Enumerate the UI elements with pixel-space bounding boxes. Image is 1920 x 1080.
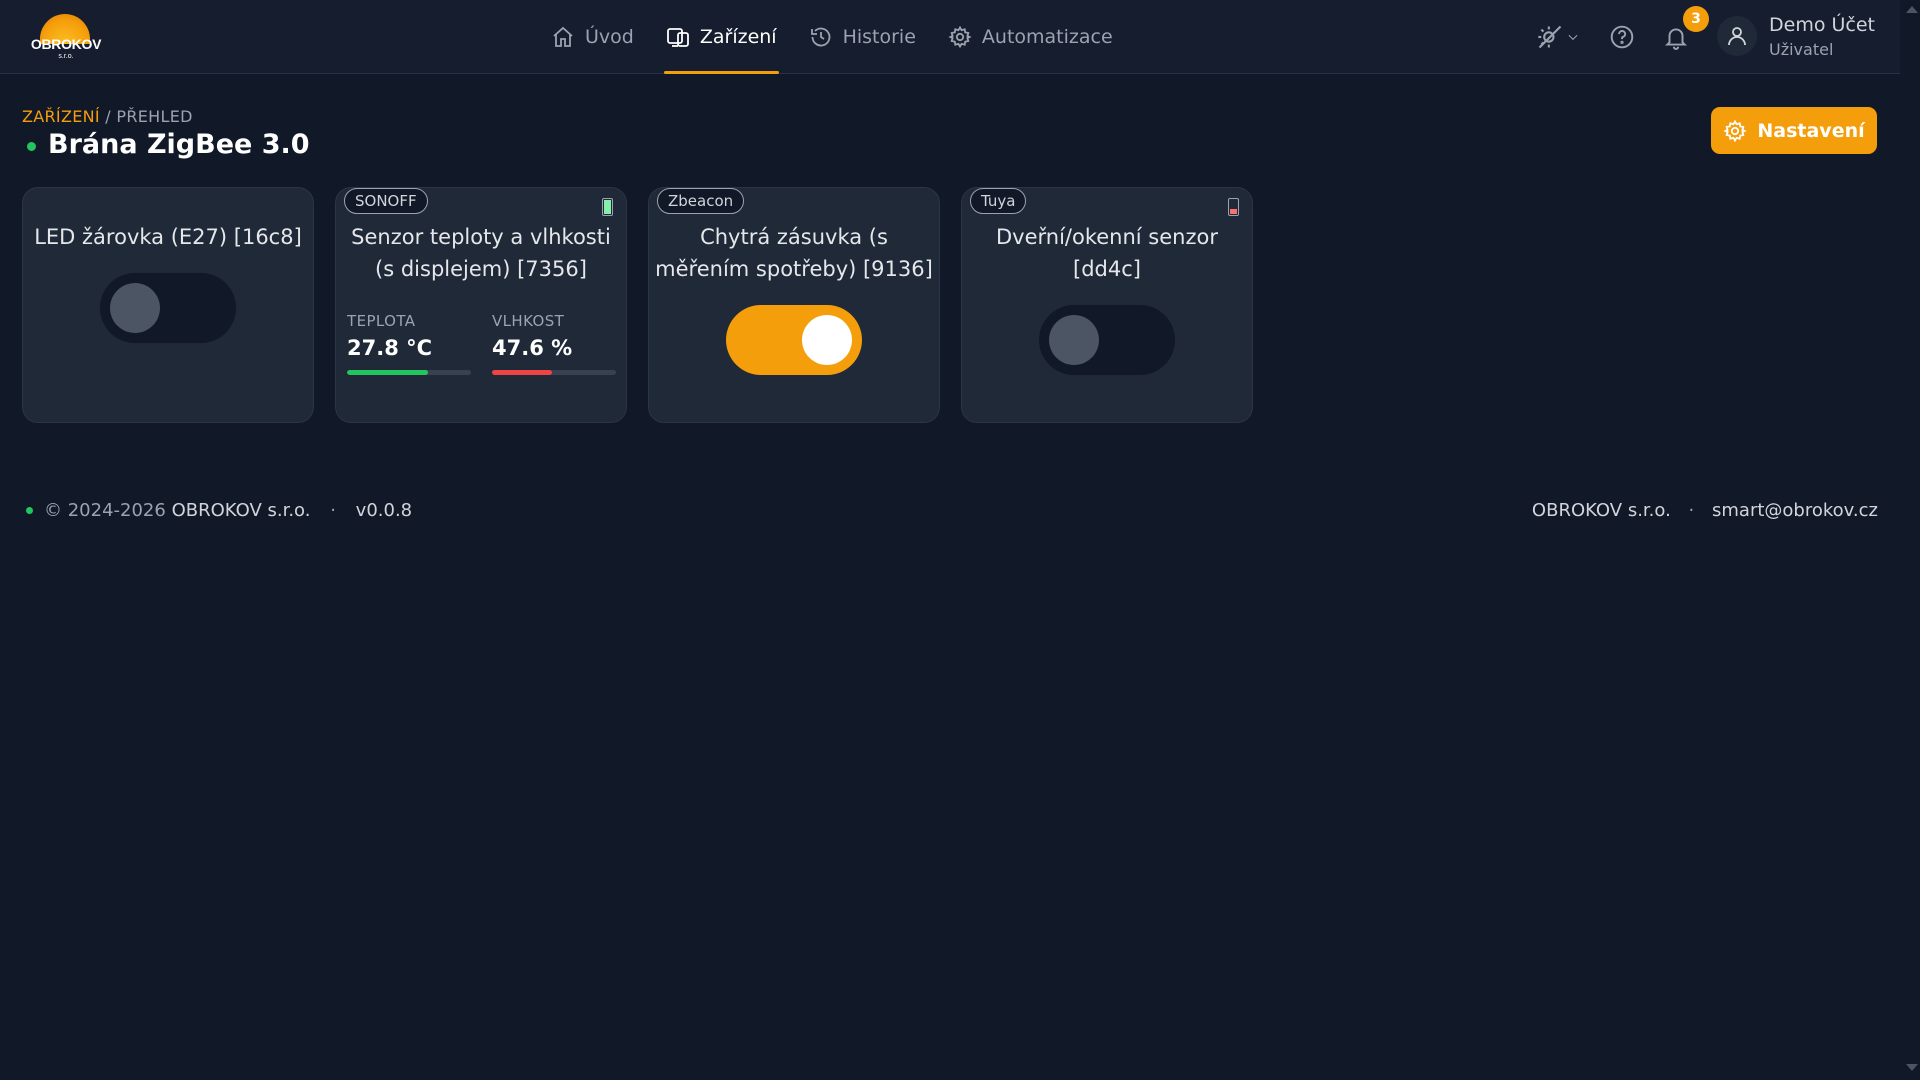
- temperature-bar: [347, 370, 471, 375]
- nav-item-label: Úvod: [585, 26, 634, 48]
- home-icon: [553, 26, 573, 47]
- humidity-label: VLHKOST: [492, 312, 565, 330]
- device-title: Senzor teploty a vlhkosti (s displejem) …: [351, 225, 611, 281]
- nav-item-label: Zařízení: [699, 26, 777, 48]
- logo-subtitle: s.r.o.: [58, 53, 74, 60]
- toggle-knob: [110, 283, 160, 333]
- nav-item-zarizeni[interactable]: Zařízení: [650, 0, 793, 74]
- temperature-metric: TEPLOTA 27.8 °C: [347, 312, 471, 375]
- page-title: Brána ZigBee 3.0: [48, 129, 310, 160]
- history-icon: [810, 27, 830, 47]
- scroll-up-arrow[interactable]: [1906, 6, 1918, 13]
- footer-separator: ·: [330, 500, 336, 521]
- footer-company-link[interactable]: OBROKOV s.r.o.: [172, 500, 311, 521]
- gear-icon: [1723, 119, 1747, 142]
- footer-separator: ·: [1688, 500, 1695, 521]
- user-role: Uživatel: [1769, 40, 1834, 59]
- humidity-metric: VLHKOST 47.6 %: [492, 312, 616, 375]
- device-title: Chytrá zásuvka (s měřením spotřeby) [913…: [655, 225, 933, 281]
- theme-toggle-icon: [1538, 25, 1562, 49]
- notifications-count-badge: 3: [1683, 6, 1709, 32]
- logo-name: OBROKOV: [30, 36, 102, 52]
- gear-icon: [948, 25, 972, 49]
- device-brand-tag: Tuya: [970, 188, 1027, 214]
- footer-right: OBROKOV s.r.o. · smart@obrokov.cz: [1532, 500, 1878, 521]
- device-power-toggle[interactable]: [726, 305, 862, 375]
- user-avatar[interactable]: [1717, 16, 1757, 56]
- toggle-knob: [802, 315, 852, 365]
- settings-button[interactable]: Nastavení: [1711, 107, 1877, 154]
- footer-left: © 2024-2026 OBROKOV s.r.o. · v0.0.8: [44, 500, 412, 521]
- scroll-down-arrow[interactable]: [1906, 1064, 1918, 1071]
- gateway-status-dot: [27, 142, 36, 151]
- page-scrollbar[interactable]: [1900, 0, 1920, 1080]
- device-card-smart-plug[interactable]: Zbeacon Chytrá zásuvka (s měřením spotře…: [648, 187, 940, 423]
- footer-status-dot: [26, 507, 33, 514]
- device-brand-tag: Zbeacon: [657, 188, 745, 214]
- footer-copyright: © 2024-2026: [44, 500, 166, 521]
- top-navigation-bar: OBROKOV s.r.o. Úvod Zařízení Historie Au…: [0, 0, 1900, 74]
- battery-icon: [1228, 198, 1239, 216]
- help-button[interactable]: [1609, 20, 1635, 54]
- breadcrumb-devices-link[interactable]: ZAŘÍZENÍ: [22, 107, 100, 126]
- device-title: LED žárovka (E27) [16c8]: [34, 225, 302, 249]
- humidity-value: 47.6 %: [492, 336, 573, 360]
- bell-icon: [1664, 28, 1688, 50]
- breadcrumb-separator: /: [105, 107, 111, 126]
- nav-item-uvod[interactable]: Úvod: [535, 0, 650, 74]
- user-icon: [1728, 27, 1746, 46]
- breadcrumb-current: PŘEHLED: [116, 107, 193, 126]
- nav-item-historie[interactable]: Historie: [793, 0, 932, 74]
- main-nav: Úvod Zařízení Historie Automatizace: [535, 0, 1129, 74]
- temperature-label: TEPLOTA: [347, 312, 416, 330]
- breadcrumb: ZAŘÍZENÍ / PŘEHLED: [22, 107, 193, 126]
- device-power-toggle[interactable]: [100, 273, 236, 343]
- user-name[interactable]: Demo Účet: [1769, 14, 1875, 36]
- humidity-bar: [492, 370, 616, 375]
- nav-item-label: Historie: [842, 26, 916, 48]
- temperature-value: 27.8 °C: [347, 336, 433, 360]
- device-card-door-window-sensor[interactable]: Tuya Dveřní/okenní senzor [dd4c]: [961, 187, 1253, 423]
- devices-icon: [666, 28, 689, 47]
- nav-item-label: Automatizace: [981, 26, 1113, 48]
- device-title: Dveřní/okenní senzor [dd4c]: [996, 225, 1218, 281]
- chevron-down-icon: [1568, 34, 1578, 41]
- device-state-toggle[interactable]: [1039, 305, 1175, 375]
- company-logo[interactable]: OBROKOV s.r.o.: [26, 12, 104, 62]
- battery-icon: [602, 198, 613, 216]
- device-card-led-bulb[interactable]: LED žárovka (E27) [16c8]: [22, 187, 314, 423]
- footer-email-link[interactable]: smart@obrokov.cz: [1712, 500, 1878, 521]
- device-card-temp-humidity-sensor[interactable]: SONOFF Senzor teploty a vlhkosti (s disp…: [335, 187, 627, 423]
- theme-toggle-button[interactable]: [1536, 20, 1580, 54]
- footer-company-name[interactable]: OBROKOV s.r.o.: [1532, 500, 1671, 521]
- device-brand-tag: SONOFF: [344, 188, 428, 214]
- toggle-knob: [1049, 315, 1099, 365]
- settings-button-label: Nastavení: [1757, 119, 1865, 142]
- footer-version: v0.0.8: [355, 500, 413, 521]
- nav-item-automatizace[interactable]: Automatizace: [932, 0, 1129, 74]
- help-icon: [1610, 25, 1634, 49]
